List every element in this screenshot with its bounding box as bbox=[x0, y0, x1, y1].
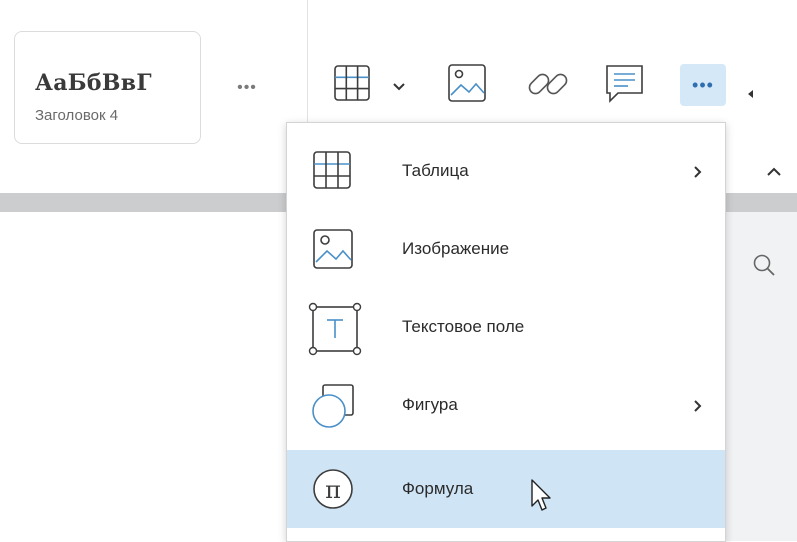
menu-item-formula[interactable]: π Формула bbox=[287, 450, 725, 528]
comment-icon[interactable] bbox=[604, 63, 646, 105]
image-icon bbox=[311, 227, 357, 273]
text-box-icon bbox=[308, 302, 362, 356]
style-more-button[interactable]: ••• bbox=[233, 78, 261, 98]
menu-item-table[interactable]: Таблица bbox=[287, 132, 725, 210]
menu-item-text-box[interactable]: Текстовое поле bbox=[287, 288, 725, 366]
collapse-chevron-icon[interactable] bbox=[766, 165, 782, 179]
insert-menu: Таблица Изображение Текстовое поле Фигур… bbox=[286, 122, 726, 542]
menu-item-label: Таблица bbox=[402, 161, 469, 180]
style-preview-text: АаБбВвГ bbox=[35, 70, 152, 96]
menu-item-image[interactable]: Изображение bbox=[287, 210, 725, 288]
search-icon[interactable] bbox=[752, 253, 776, 277]
heading-style-card[interactable]: АаБбВвГ Заголовок 4 bbox=[14, 31, 201, 144]
dropdown-chevron-icon[interactable] bbox=[393, 82, 405, 92]
more-button[interactable]: ••• bbox=[680, 64, 726, 106]
table-icon bbox=[311, 149, 357, 195]
menu-item-shape[interactable]: Фигура bbox=[287, 366, 725, 444]
link-icon[interactable] bbox=[526, 62, 570, 106]
style-name: Заголовок 4 bbox=[35, 107, 119, 124]
image-icon[interactable] bbox=[447, 63, 487, 103]
menu-item-label: Формула bbox=[402, 479, 474, 498]
chevron-right-icon bbox=[693, 399, 703, 412]
menu-item-label: Изображение bbox=[402, 239, 510, 258]
shape-icon bbox=[311, 383, 357, 429]
svg-text:π: π bbox=[325, 476, 341, 504]
toolbar-scroll-arrow[interactable] bbox=[748, 90, 753, 98]
mouse-cursor-icon bbox=[530, 478, 556, 516]
table-icon[interactable] bbox=[333, 64, 373, 104]
menu-item-label: Фигура bbox=[402, 395, 458, 414]
menu-item-label: Текстовое поле bbox=[402, 317, 525, 336]
formula-icon: π bbox=[311, 467, 357, 513]
chevron-right-icon bbox=[693, 165, 703, 178]
